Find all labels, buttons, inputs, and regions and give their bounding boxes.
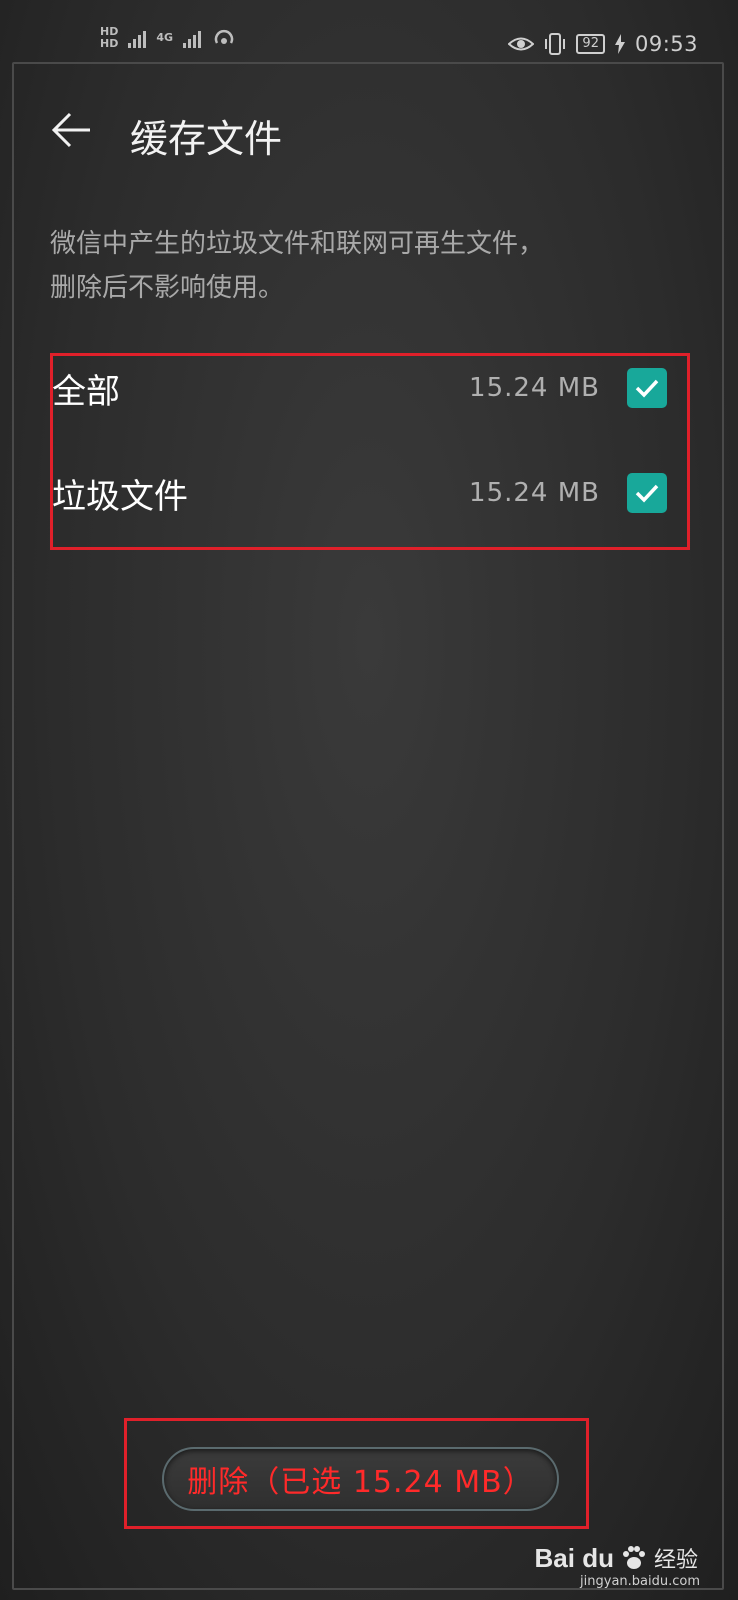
checkbox-all[interactable] <box>627 368 667 408</box>
hd-indicator: HD HD <box>100 26 118 50</box>
watermark-cn: 经验 <box>653 1548 698 1573</box>
item-label: 全部 <box>52 371 120 412</box>
hotspot-icon <box>214 29 234 44</box>
signal-icon-2 <box>183 28 202 48</box>
clock: 09:53 <box>634 32 698 56</box>
status-left: HD HD 4G <box>100 26 237 50</box>
checkbox-junk-files[interactable] <box>627 473 667 513</box>
network-type-label: 4G <box>156 31 174 44</box>
checkmark-icon <box>635 379 659 398</box>
description-line-2: 删除后不影响使用。 <box>50 273 285 303</box>
page-title: 缓存文件 <box>130 117 283 161</box>
list-item-all[interactable]: 全部 15.24 MB <box>52 358 672 418</box>
delete-button[interactable]: 删除（已选 15.24 MB） <box>162 1447 559 1511</box>
hd-label-2: HD <box>100 37 119 50</box>
status-right: 92 09:53 <box>508 32 698 56</box>
watermark-url: jingyan.baidu.com <box>580 1574 700 1589</box>
watermark-brand: Bai du <box>534 1542 614 1573</box>
checkmark-icon <box>635 484 659 503</box>
item-size: 15.24 MB <box>469 478 600 508</box>
baidu-watermark: Bai du 经验 <box>535 1542 698 1574</box>
list-item-junk-files[interactable]: 垃圾文件 15.24 MB <box>52 463 672 523</box>
paw-icon <box>622 1546 645 1569</box>
description-text: 微信中产生的垃圾文件和联网可再生文件， 删除后不影响使用。 <box>50 222 690 310</box>
item-label: 垃圾文件 <box>52 476 188 517</box>
battery-indicator: 92 <box>576 34 605 54</box>
charging-icon <box>614 34 625 54</box>
signal-icon <box>128 28 147 48</box>
status-bar: HD HD 4G 92 09:53 <box>0 26 738 66</box>
back-arrow-icon[interactable] <box>50 110 94 150</box>
eye-icon <box>508 37 535 51</box>
vibrate-icon <box>545 33 566 55</box>
description-line-1: 微信中产生的垃圾文件和联网可再生文件， <box>50 229 545 259</box>
item-size: 15.24 MB <box>469 373 600 403</box>
